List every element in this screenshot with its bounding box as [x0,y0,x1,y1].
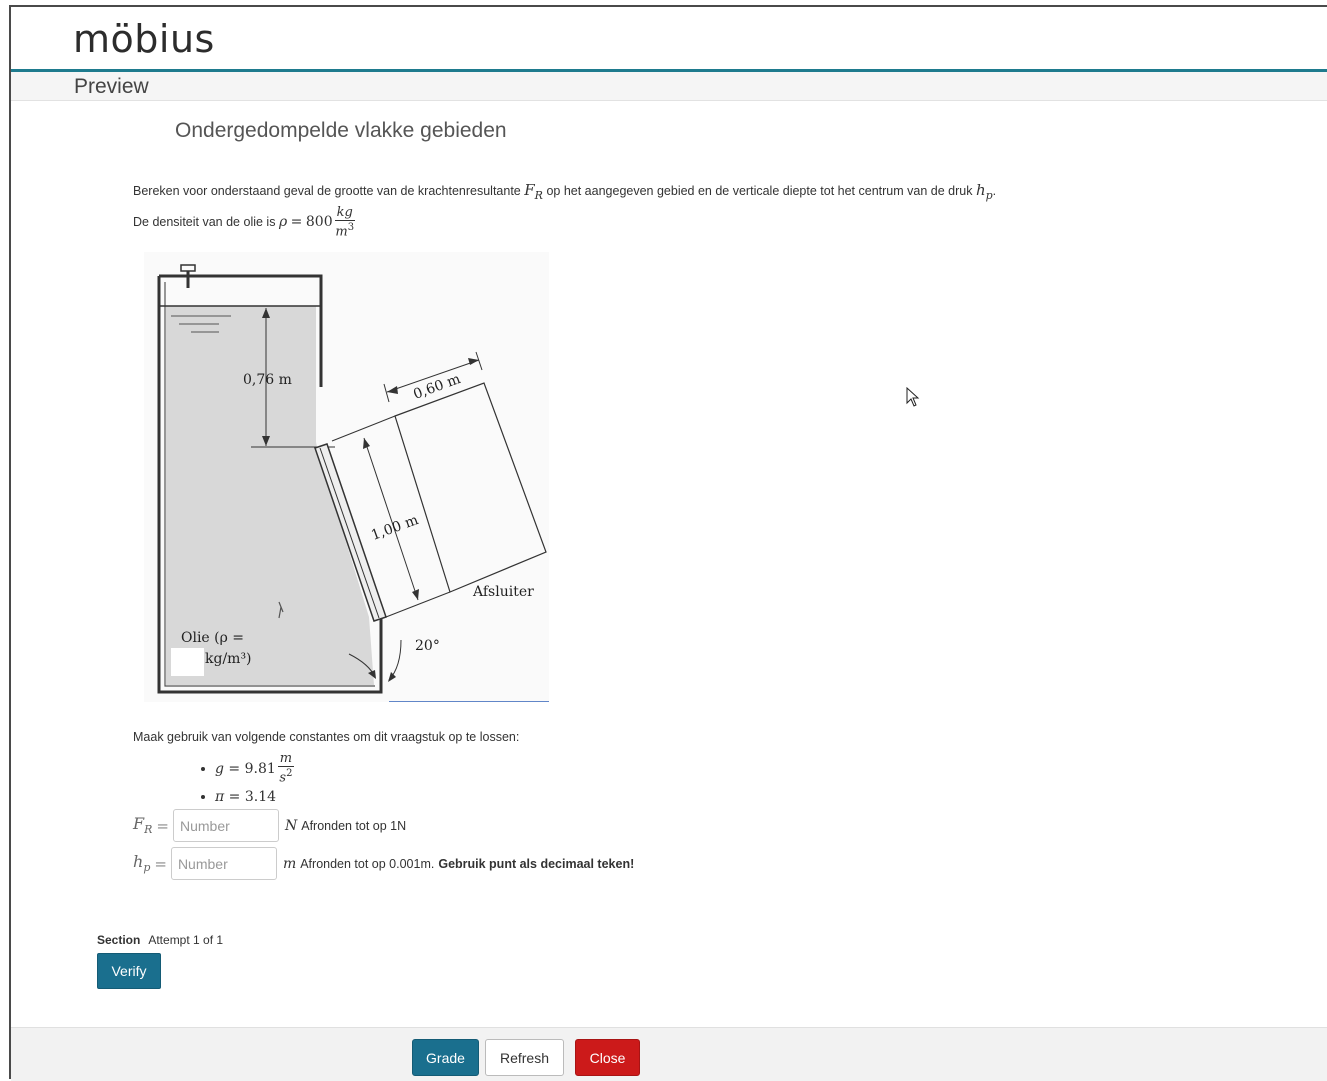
intro-text-1: Bereken voor onderstaand geval de groott… [133,184,521,198]
label-depth: 0,76 m [243,372,292,388]
answer-hp-symbol: hp [133,852,151,875]
density-line: De densiteit van de olie is ρ = 800 kg m3 [133,205,355,240]
mouse-pointer-icon [906,387,920,407]
fr-input[interactable] [172,809,279,842]
hp-hint-bold: Gebruik punt als decimaal teken! [438,856,635,871]
answer-row-hp: hp = m Afronden tot op 0.001m. Gebruik p… [133,847,634,880]
label-oil-line1: Olie (ρ = [181,630,244,646]
density-unit: kg m3 [334,205,355,240]
answer-fr-symbol: FR [133,814,153,837]
label-oil-line2: kg/m³) [205,651,252,667]
close-button[interactable]: Close [575,1039,640,1076]
section-label: Section [97,933,141,947]
question-intro: Bereken voor onderstaand geval de groott… [133,181,997,202]
question-title: Ondergedompelde vlakke gebieden [175,119,507,142]
fr-hint: Afronden tot op 1N [301,818,407,833]
density-value: 800 [305,213,333,230]
label-gate: Afsluiter [472,584,534,600]
constants-intro: Maak gebruik van volgende constantes om … [133,730,520,744]
density-prefix: De densiteit van de olie is [133,214,276,229]
bottom-action-bar: Grade Refresh Close [11,1027,1327,1081]
constant-pi: π = 3.14 [201,783,294,811]
preview-window: möbius Preview Ondergedompelde vlakke ge… [9,5,1327,1081]
refresh-button[interactable]: Refresh [485,1039,564,1076]
attempt-counter: Attempt 1 of 1 [148,933,224,947]
tank-gate-figure: 0,76 m 0,60 m 1,00 m Afsluiter 20° Olie … [144,252,549,702]
hp-symbol: hp [975,181,993,202]
preview-bar: Preview [11,72,1327,101]
hp-hint: Afronden tot op 0.001m. [300,856,435,871]
intro-text-2: op het aangegeven gebied en de verticale… [546,184,973,198]
constant-g: g = 9.81 m s2 [201,752,295,785]
fr-unit: N [284,817,298,834]
preview-label: Preview [74,75,149,98]
verify-button[interactable]: Verify [97,953,161,989]
hp-input[interactable] [170,847,277,880]
top-bar: möbius [11,7,1327,70]
constants-list: g = 9.81 m s2 π = 3.14 [201,752,295,811]
grade-button[interactable]: Grade [412,1039,479,1076]
section-info: Section Attempt 1 of 1 [97,933,223,947]
fr-symbol: FR [524,181,543,202]
label-angle: 20° [415,638,440,654]
mobius-logo: möbius [73,17,215,61]
answer-row-fr: FR = N Afronden tot op 1N [133,809,406,842]
hp-unit: m [282,855,297,872]
